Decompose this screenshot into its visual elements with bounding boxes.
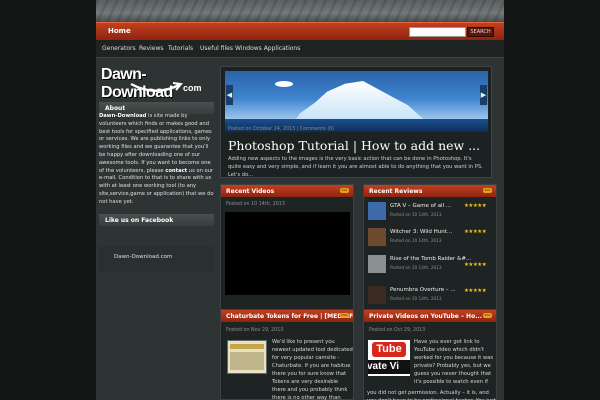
rss-icon[interactable]: RSS [483, 188, 492, 193]
post-title[interactable]: Chaturbate Tokens for Free | [MEDIAF... [221, 310, 353, 322]
about-text: is site made by volunteers which finds o… [99, 113, 212, 174]
recent-videos-meta: Posted on 10 14th, 2013 [226, 202, 285, 207]
slide-excerpt: Adding new aspects to the images is the … [228, 156, 483, 178]
youtube-logo: Tube [372, 342, 406, 357]
rss-icon[interactable]: RSS [483, 313, 492, 318]
review-item[interactable]: GTA V – Game of all ... Posted on 10 14t… [368, 202, 489, 220]
logo-domain: com [183, 83, 202, 93]
about-widget-text: Dawn-Download is site made by volunteers… [99, 112, 214, 208]
facebook-page-link[interactable]: Dawn-Download.com [114, 254, 172, 260]
header-rock-banner [96, 0, 504, 22]
review-thumbnail [368, 228, 386, 246]
nav-windows-applications[interactable]: Windows Applications [235, 45, 300, 52]
post-excerpt-continued: you did not get permission. Actually – i… [367, 390, 496, 400]
video-player[interactable] [225, 212, 350, 295]
review-title[interactable]: GTA V – Game of all ... [390, 203, 451, 209]
recent-reviews-title: Recent Reviews [364, 185, 496, 197]
rss-icon[interactable]: RSS [340, 188, 349, 193]
nav-tutorials[interactable]: Tutorials [168, 45, 193, 52]
review-thumbnail [368, 286, 386, 304]
youtube-thumbnail[interactable]: Tube vate Vi [368, 340, 410, 376]
review-item[interactable]: Penumbra Overture – ... Posted on 10 14t… [368, 286, 489, 304]
post-chaturbate-box: Chaturbate Tokens for Free | [MEDIAF... … [220, 309, 354, 400]
about-site-name: Dawn-Download [99, 113, 147, 119]
review-date: Posted on 10 14th, 2013 [390, 296, 442, 301]
review-date: Posted on 10 14th, 2013 [390, 212, 442, 217]
recent-videos-title: Recent Videos [221, 185, 353, 197]
review-item[interactable]: Witcher 3: Wild Hunt... Posted on 10 14t… [368, 228, 489, 246]
featured-slider: ◀ ▶ Posted on October 24, 2013 | Comment… [220, 66, 492, 178]
recent-reviews-box: Recent Reviews RSS GTA V – Game of all .… [363, 184, 497, 328]
review-date: Posted on 10 14th, 2013 [390, 265, 442, 270]
main-menu-bar: Home SEARCH [96, 22, 504, 40]
search-button[interactable]: SEARCH [467, 27, 494, 37]
rating-stars-icon: ★★★★★ [464, 262, 487, 268]
page-background-right [504, 0, 600, 400]
review-date: Posted on 10 14th, 2013 [390, 238, 442, 243]
slide-title[interactable]: Photoshop Tutorial | How to add new ... [228, 138, 480, 153]
nav-generators[interactable]: Generators [102, 45, 136, 52]
rating-stars-icon: ★★★★★ [464, 288, 487, 294]
post-meta: Posted on Oct 29, 2013 [369, 328, 426, 333]
nav-reviews[interactable]: Reviews [139, 45, 164, 52]
nav-useful-files[interactable]: Useful files [200, 45, 233, 52]
nav-home[interactable]: Home [108, 27, 131, 35]
recent-videos-box: Recent Videos RSS Posted on 10 14th, 201… [220, 184, 354, 328]
post-thumbnail[interactable] [227, 340, 267, 374]
thumbnail-banner [230, 344, 264, 349]
review-title[interactable]: Witcher 3: Wild Hunt... [390, 229, 452, 235]
review-thumbnail [368, 255, 386, 273]
page-background-left [0, 0, 96, 400]
rating-stars-icon: ★★★★★ [464, 203, 487, 209]
site-logo[interactable]: Dawn-Download com [99, 64, 213, 101]
page-wrapper: Home SEARCH Generators Reviews Tutorials… [96, 22, 504, 400]
review-item[interactable]: Rise of the Tomb Raider &#... Posted on … [368, 255, 489, 273]
slider-next-icon[interactable]: ▶ [480, 85, 487, 105]
slide-image[interactable] [225, 71, 488, 132]
rating-stars-icon: ★★★★★ [464, 229, 487, 235]
search-input[interactable] [409, 27, 466, 37]
post-meta: Posted on Nov 29, 2013 [226, 328, 284, 333]
post-excerpt: We'd like to present you newest updated … [272, 339, 353, 400]
about-contact-link[interactable]: contact [165, 168, 187, 174]
facebook-widget-title: Like us on Facebook [99, 214, 214, 226]
logo-swoosh-icon [130, 82, 183, 92]
seagull-image [275, 81, 293, 87]
thumbnail-content [230, 352, 264, 370]
review-title[interactable]: Penumbra Overture – ... [390, 287, 456, 293]
slide-meta: Posted on October 24, 2013 | Comments (0… [228, 127, 335, 132]
review-thumbnail [368, 202, 386, 220]
rss-icon[interactable]: RSS [340, 313, 349, 318]
category-nav: Generators Reviews Tutorials Useful file… [96, 40, 504, 58]
private-video-label: vate Vi [368, 360, 410, 374]
post-title[interactable]: Private Videos on YouTube – Ho... [364, 310, 496, 322]
review-title[interactable]: Rise of the Tomb Raider &#... [390, 256, 471, 262]
slider-prev-icon[interactable]: ◀ [226, 85, 233, 105]
post-excerpt: Have you ever got link to YouTube video … [414, 339, 494, 385]
post-youtube-box: Private Videos on YouTube – Ho... RSS Po… [363, 309, 497, 400]
